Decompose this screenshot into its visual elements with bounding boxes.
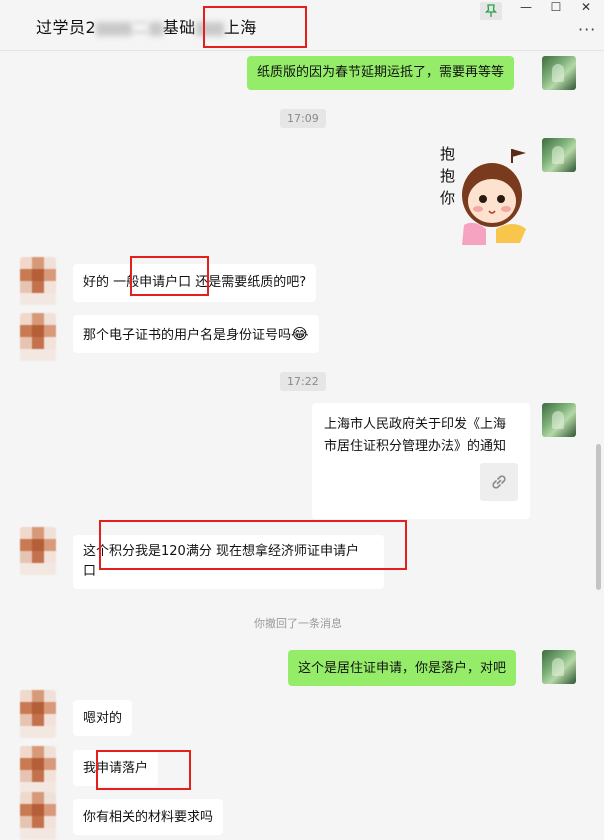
message-text: 那个电子证书的用户名是身份证号吗 <box>83 328 292 343</box>
contact-avatar[interactable] <box>20 313 56 361</box>
close-button[interactable]: ✕ <box>572 0 600 16</box>
link-card[interactable]: 上海市人民政府关于印发《上海市居住证积分管理办法》的通知 <box>312 403 530 519</box>
contact-avatar[interactable] <box>20 257 56 305</box>
blurred-text <box>96 21 133 36</box>
highlight-box <box>99 520 407 570</box>
scrollbar[interactable] <box>596 444 601 590</box>
blurred-text <box>148 21 163 36</box>
more-options-icon[interactable]: ··· <box>578 20 596 39</box>
svg-text:抱: 抱 <box>440 145 455 163</box>
recall-notice: 你撤回了一条消息 <box>254 617 342 630</box>
message-bubble-incoming[interactable]: 那个电子证书的用户名是身份证号吗😂 <box>73 315 319 353</box>
pin-icon[interactable] <box>480 2 502 20</box>
my-avatar[interactable] <box>542 56 576 90</box>
timestamp: 17:22 <box>280 372 326 391</box>
message-bubble-incoming[interactable]: 嗯对的 <box>73 700 133 736</box>
highlight-box <box>203 6 307 48</box>
maximize-button[interactable]: ☐ <box>542 0 570 16</box>
contact-avatar[interactable] <box>20 527 56 575</box>
my-avatar[interactable] <box>542 650 576 684</box>
title-segment: 过学员2 <box>36 18 97 37</box>
message-bubble-outgoing[interactable]: 这个是居住证申请，你是落户，对吧 <box>288 650 517 686</box>
contact-avatar[interactable] <box>20 792 56 840</box>
highlight-box <box>96 750 191 790</box>
title-segment: 二 <box>132 18 149 37</box>
laughing-emoji: 😂 <box>291 325 309 343</box>
highlight-box <box>130 256 209 296</box>
my-avatar[interactable] <box>542 403 576 437</box>
my-avatar[interactable] <box>542 138 576 172</box>
link-icon <box>480 463 518 501</box>
timestamp: 17:09 <box>280 109 326 128</box>
contact-avatar[interactable] <box>20 690 56 738</box>
svg-text:抱: 抱 <box>440 167 455 185</box>
message-bubble-incoming[interactable]: 你有相关的材料要求吗 <box>73 799 224 835</box>
minimize-button[interactable]: — <box>512 0 540 16</box>
svg-text:你: 你 <box>440 189 455 207</box>
link-card-title: 上海市人民政府关于印发《上海市居住证积分管理办法》的通知 <box>324 417 507 454</box>
hug-sticker[interactable]: 抱 抱 你 <box>434 137 534 245</box>
title-segment: 基础 <box>162 18 196 37</box>
message-bubble-outgoing[interactable]: 纸质版的因为春节延期运抵了，需要再等等 <box>247 56 515 90</box>
contact-avatar[interactable] <box>20 746 56 794</box>
